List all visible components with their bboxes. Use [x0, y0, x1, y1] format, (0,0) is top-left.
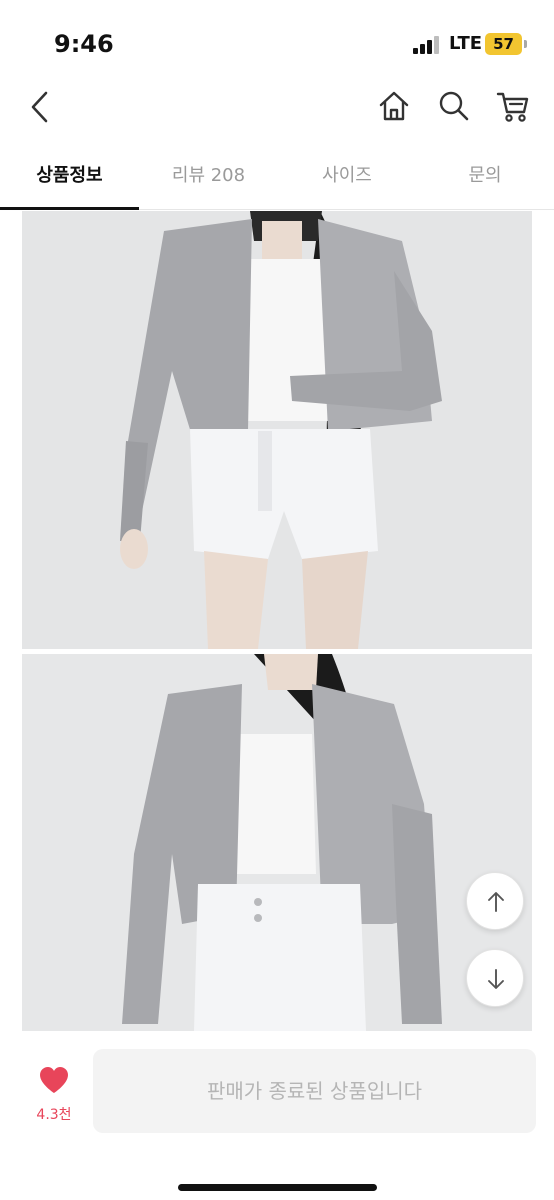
back-icon[interactable] — [28, 90, 52, 124]
battery-cap — [524, 40, 527, 48]
arrow-up-icon — [488, 892, 504, 912]
top-navigation — [0, 80, 554, 136]
product-photo-1 — [22, 211, 532, 649]
bottom-action-bar: 4.3천 판매가 종료된 상품입니다 — [0, 1032, 554, 1200]
home-indicator — [178, 1184, 377, 1191]
scroll-down-button[interactable] — [466, 949, 524, 1007]
tab-reviews[interactable]: 리뷰 208 — [139, 150, 278, 210]
sold-out-button[interactable]: 판매가 종료된 상품입니다 — [93, 1049, 536, 1133]
tab-inquiry[interactable]: 문의 — [416, 150, 554, 210]
scroll-up-button[interactable] — [466, 872, 524, 930]
like-button[interactable]: 4.3천 — [26, 1066, 82, 1126]
heart-icon — [40, 1067, 68, 1093]
product-tabs: 상품정보 리뷰 208 사이즈 문의 — [0, 150, 554, 210]
product-detail-screen: 9:46 LTE 57 상품정보 리뷰 208 사이즈 문의 4.3천 판매가 … — [0, 0, 554, 1200]
home-icon[interactable] — [378, 90, 410, 122]
network-label: LTE — [449, 33, 483, 54]
tab-product-info[interactable]: 상품정보 — [0, 150, 139, 210]
product-images — [22, 211, 532, 1031]
status-bar: 9:46 LTE 57 — [0, 0, 554, 80]
arrow-down-icon — [488, 969, 504, 989]
cart-icon[interactable] — [496, 90, 530, 124]
tab-size[interactable]: 사이즈 — [278, 150, 416, 210]
battery-indicator: 57 — [485, 33, 522, 55]
status-time: 9:46 — [54, 30, 114, 58]
product-photo-2 — [22, 654, 532, 1031]
like-count: 4.3천 — [36, 1107, 72, 1123]
signal-strength-icon — [413, 36, 441, 54]
search-icon[interactable] — [438, 90, 470, 122]
active-tab-indicator — [0, 207, 139, 210]
